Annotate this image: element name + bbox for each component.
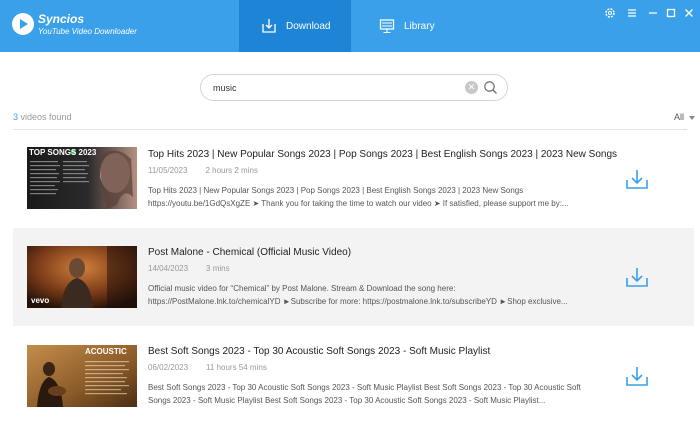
video-description: Official music video for “Chemical” by P… [148, 284, 568, 306]
search-box: ✕ [200, 74, 508, 101]
chevron-down-icon [689, 115, 696, 120]
tab-library-label: Library [404, 20, 435, 32]
app-name: Syncios [38, 12, 85, 26]
search-input[interactable] [213, 80, 453, 96]
tab-download[interactable]: Download [239, 0, 351, 52]
video-row: ACOUSTIC Best Soft Songs 2023 - Top 30 A… [13, 328, 694, 426]
download-tray-icon [262, 19, 276, 33]
app-subtitle: YouTube Video Downloader [38, 27, 137, 36]
video-duration: 2 hours 2 mins [205, 166, 258, 175]
clear-search-icon[interactable]: ✕ [465, 81, 478, 94]
video-row: vevo Post Malone - Chemical (Official Mu… [13, 228, 694, 326]
video-meta: 11/05/2023 2 hours 2 mins [148, 166, 258, 175]
search-icon[interactable] [483, 80, 498, 95]
maximize-icon[interactable] [664, 6, 678, 20]
video-description: Best Soft Songs 2023 - Top 30 Acoustic S… [148, 383, 581, 405]
video-meta: 06/02/2023 11 hours 54 mins [148, 363, 267, 372]
video-meta: 14/04/2023 3 mins [148, 264, 230, 273]
download-icon[interactable] [625, 265, 649, 289]
video-date: 11/05/2023 [148, 166, 188, 175]
video-thumbnail: vevo [27, 246, 137, 308]
video-title[interactable]: Top Hits 2023 | New Popular Songs 2023 |… [148, 149, 617, 160]
video-duration: 11 hours 54 mins [206, 363, 267, 372]
results-count: 3 videos found [13, 112, 72, 122]
video-title[interactable]: Best Soft Songs 2023 - Top 30 Acoustic S… [148, 346, 490, 357]
thumbnail-text: TOP SONGS 2023 [29, 148, 97, 157]
thumbnail-text: ACOUSTIC [85, 347, 127, 356]
video-date: 14/04/2023 [148, 264, 189, 273]
tab-library[interactable]: Library [351, 0, 463, 52]
video-title[interactable]: Post Malone - Chemical (Official Music V… [148, 247, 351, 258]
vevo-logo: vevo [31, 296, 50, 305]
tab-download-label: Download [286, 20, 331, 32]
minimize-icon[interactable] [646, 6, 660, 20]
video-thumbnail: ACOUSTIC [27, 345, 137, 407]
download-icon[interactable] [625, 364, 649, 388]
filter-dropdown[interactable]: All [674, 112, 696, 122]
video-row: TOP SONGS 2023 Top Hits 2023 | New Popul… [13, 130, 694, 226]
video-description: Top Hits 2023 | New Popular Songs 2023 |… [148, 186, 569, 208]
menu-icon[interactable] [625, 6, 639, 20]
title-bar: Syncios YouTube Video Downloader Downloa… [0, 0, 700, 52]
video-thumbnail: TOP SONGS 2023 [27, 147, 137, 209]
video-date: 06/02/2023 [148, 363, 189, 372]
video-duration: 3 mins [206, 264, 230, 273]
syncios-logo-icon [12, 13, 34, 35]
download-icon[interactable] [625, 167, 649, 191]
monitor-icon [379, 19, 395, 34]
close-icon[interactable] [682, 6, 696, 20]
settings-icon[interactable] [603, 6, 617, 20]
